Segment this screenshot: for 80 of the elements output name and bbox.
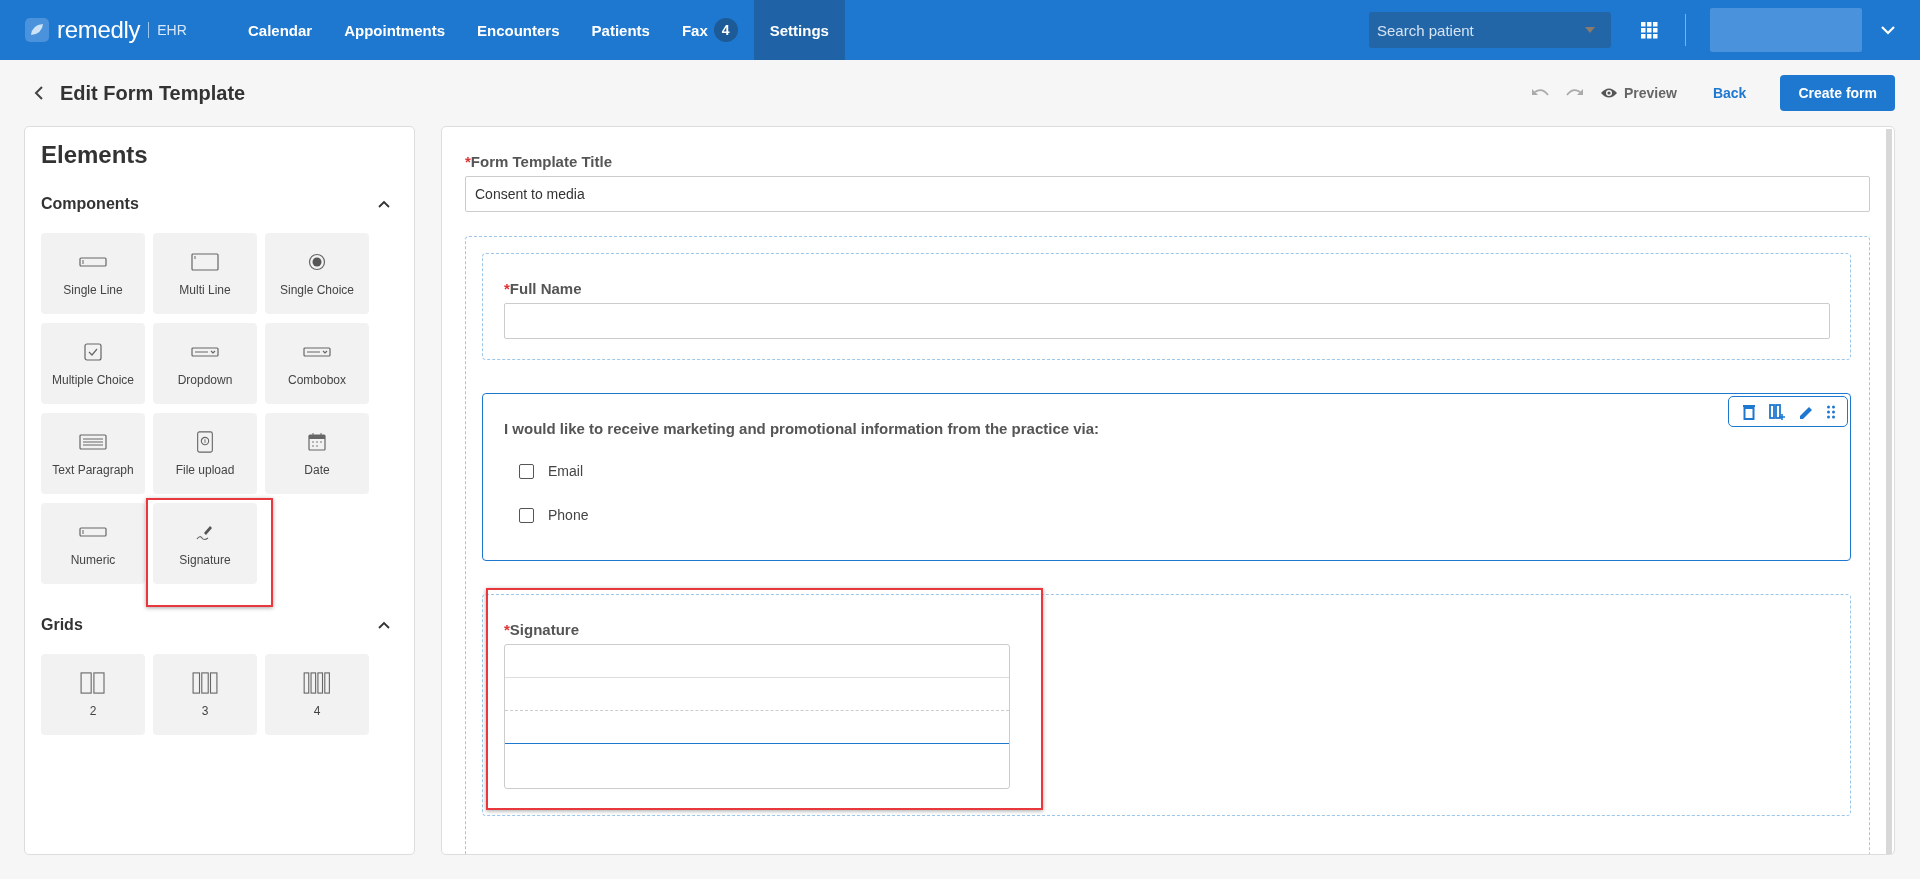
section-title: Grids xyxy=(41,616,83,634)
checkbox[interactable] xyxy=(519,463,534,479)
nav-link[interactable]: Fax 4 xyxy=(665,0,754,60)
tile-label: Dropdown xyxy=(177,372,233,387)
apps-grid-icon[interactable] xyxy=(1641,21,1658,39)
option-label: Phone xyxy=(548,507,589,523)
upload-icon xyxy=(195,430,215,453)
preview-button[interactable]: Preview xyxy=(1594,85,1683,101)
two-column-icon xyxy=(79,671,107,694)
chevron-up-icon[interactable] xyxy=(378,621,390,629)
trash-icon[interactable] xyxy=(1742,404,1756,420)
element-tile[interactable]: Single Line xyxy=(41,233,145,314)
element-tile[interactable]: 4 xyxy=(265,654,369,735)
nav-link[interactable]: Encounters xyxy=(461,0,576,60)
chevron-up-icon[interactable] xyxy=(378,200,390,208)
nav-link[interactable]: Appointments xyxy=(328,0,462,60)
element-tile[interactable]: 3 xyxy=(153,654,257,735)
panel-title: Elements xyxy=(41,141,149,169)
chevron-down-icon[interactable] xyxy=(1881,25,1895,35)
element-tile[interactable]: Dropdown xyxy=(153,323,257,404)
form-field-block[interactable]: *Signature xyxy=(482,594,1851,816)
tile-label: 4 xyxy=(313,703,321,718)
calendar-icon xyxy=(307,430,327,453)
field-label: Full Name xyxy=(509,280,582,297)
field-label: Form Template Title xyxy=(470,153,612,170)
option-label: Email xyxy=(548,463,583,479)
element-tile[interactable]: Combobox xyxy=(265,323,369,404)
element-tile[interactable]: Single Choice xyxy=(265,233,369,314)
tile-label: Multi Line xyxy=(179,282,231,297)
scrollbar[interactable] xyxy=(1886,129,1892,854)
element-tile[interactable]: Text Paragraph xyxy=(41,413,145,494)
field-label: Signature xyxy=(509,621,580,638)
tile-label: File upload xyxy=(175,462,235,477)
tile-label: Combobox xyxy=(288,372,346,387)
count-badge: 4 xyxy=(713,18,738,42)
page-title: Edit Form Template xyxy=(60,81,246,105)
tile-label: Text Paragraph xyxy=(52,462,134,477)
element-tile[interactable]: 2 xyxy=(41,654,145,735)
element-tile[interactable]: Date xyxy=(265,413,369,494)
element-tile[interactable]: Multi Line xyxy=(153,233,257,314)
tile-label: Single Choice xyxy=(279,282,354,297)
text-input[interactable] xyxy=(504,303,1830,339)
add-column-icon[interactable] xyxy=(1769,404,1785,420)
caret-icon xyxy=(1585,27,1595,33)
brand-suffix: EHR xyxy=(148,22,187,38)
question-text: I would like to receive marketing and promotional information from the practice via: xyxy=(504,420,1100,437)
tile-label: Signature xyxy=(179,552,231,567)
four-column-icon xyxy=(302,671,332,694)
form-field-block[interactable]: I would like to receive marketing and promotional information from the practice via: Email Phone xyxy=(482,393,1851,561)
element-tile[interactable]: Signature xyxy=(153,503,257,584)
back-button[interactable]: Back xyxy=(1706,84,1753,102)
nav-link[interactable]: Calendar xyxy=(232,0,329,60)
logo-icon xyxy=(25,18,49,42)
search-field[interactable]: Search patient xyxy=(1369,12,1611,48)
checkbox-icon xyxy=(84,340,102,363)
checkbox[interactable] xyxy=(519,507,534,523)
required-mark: * xyxy=(465,153,471,170)
tile-label: Numeric xyxy=(70,552,116,567)
tile-label: Single Line xyxy=(63,282,123,297)
tile-label: 3 xyxy=(201,703,209,718)
tile-label: 2 xyxy=(89,703,97,718)
tile-label: Date xyxy=(304,462,330,477)
title-input[interactable]: Consent to media xyxy=(465,176,1870,212)
brand-name: remedly xyxy=(57,16,141,44)
element-tile[interactable]: Numeric xyxy=(41,503,145,584)
tile-label: Multiple Choice xyxy=(51,372,134,387)
pencil-icon[interactable] xyxy=(1798,404,1814,420)
nav-link[interactable]: Patients xyxy=(575,0,666,60)
create-form-button[interactable]: Create form xyxy=(1780,75,1895,111)
section-title: Components xyxy=(41,195,139,213)
element-tile[interactable]: Multiple Choice xyxy=(41,323,145,404)
element-tile[interactable]: File upload xyxy=(153,413,257,494)
three-column-icon xyxy=(191,671,219,694)
text-area-icon xyxy=(191,250,219,273)
required-mark: * xyxy=(504,621,510,638)
form-field-block[interactable]: *Full Name xyxy=(482,253,1851,360)
nav-link[interactable]: Settings xyxy=(753,0,845,60)
required-mark: * xyxy=(504,280,510,297)
drag-handle-icon[interactable] xyxy=(1827,405,1835,419)
eye-icon xyxy=(1600,87,1618,99)
